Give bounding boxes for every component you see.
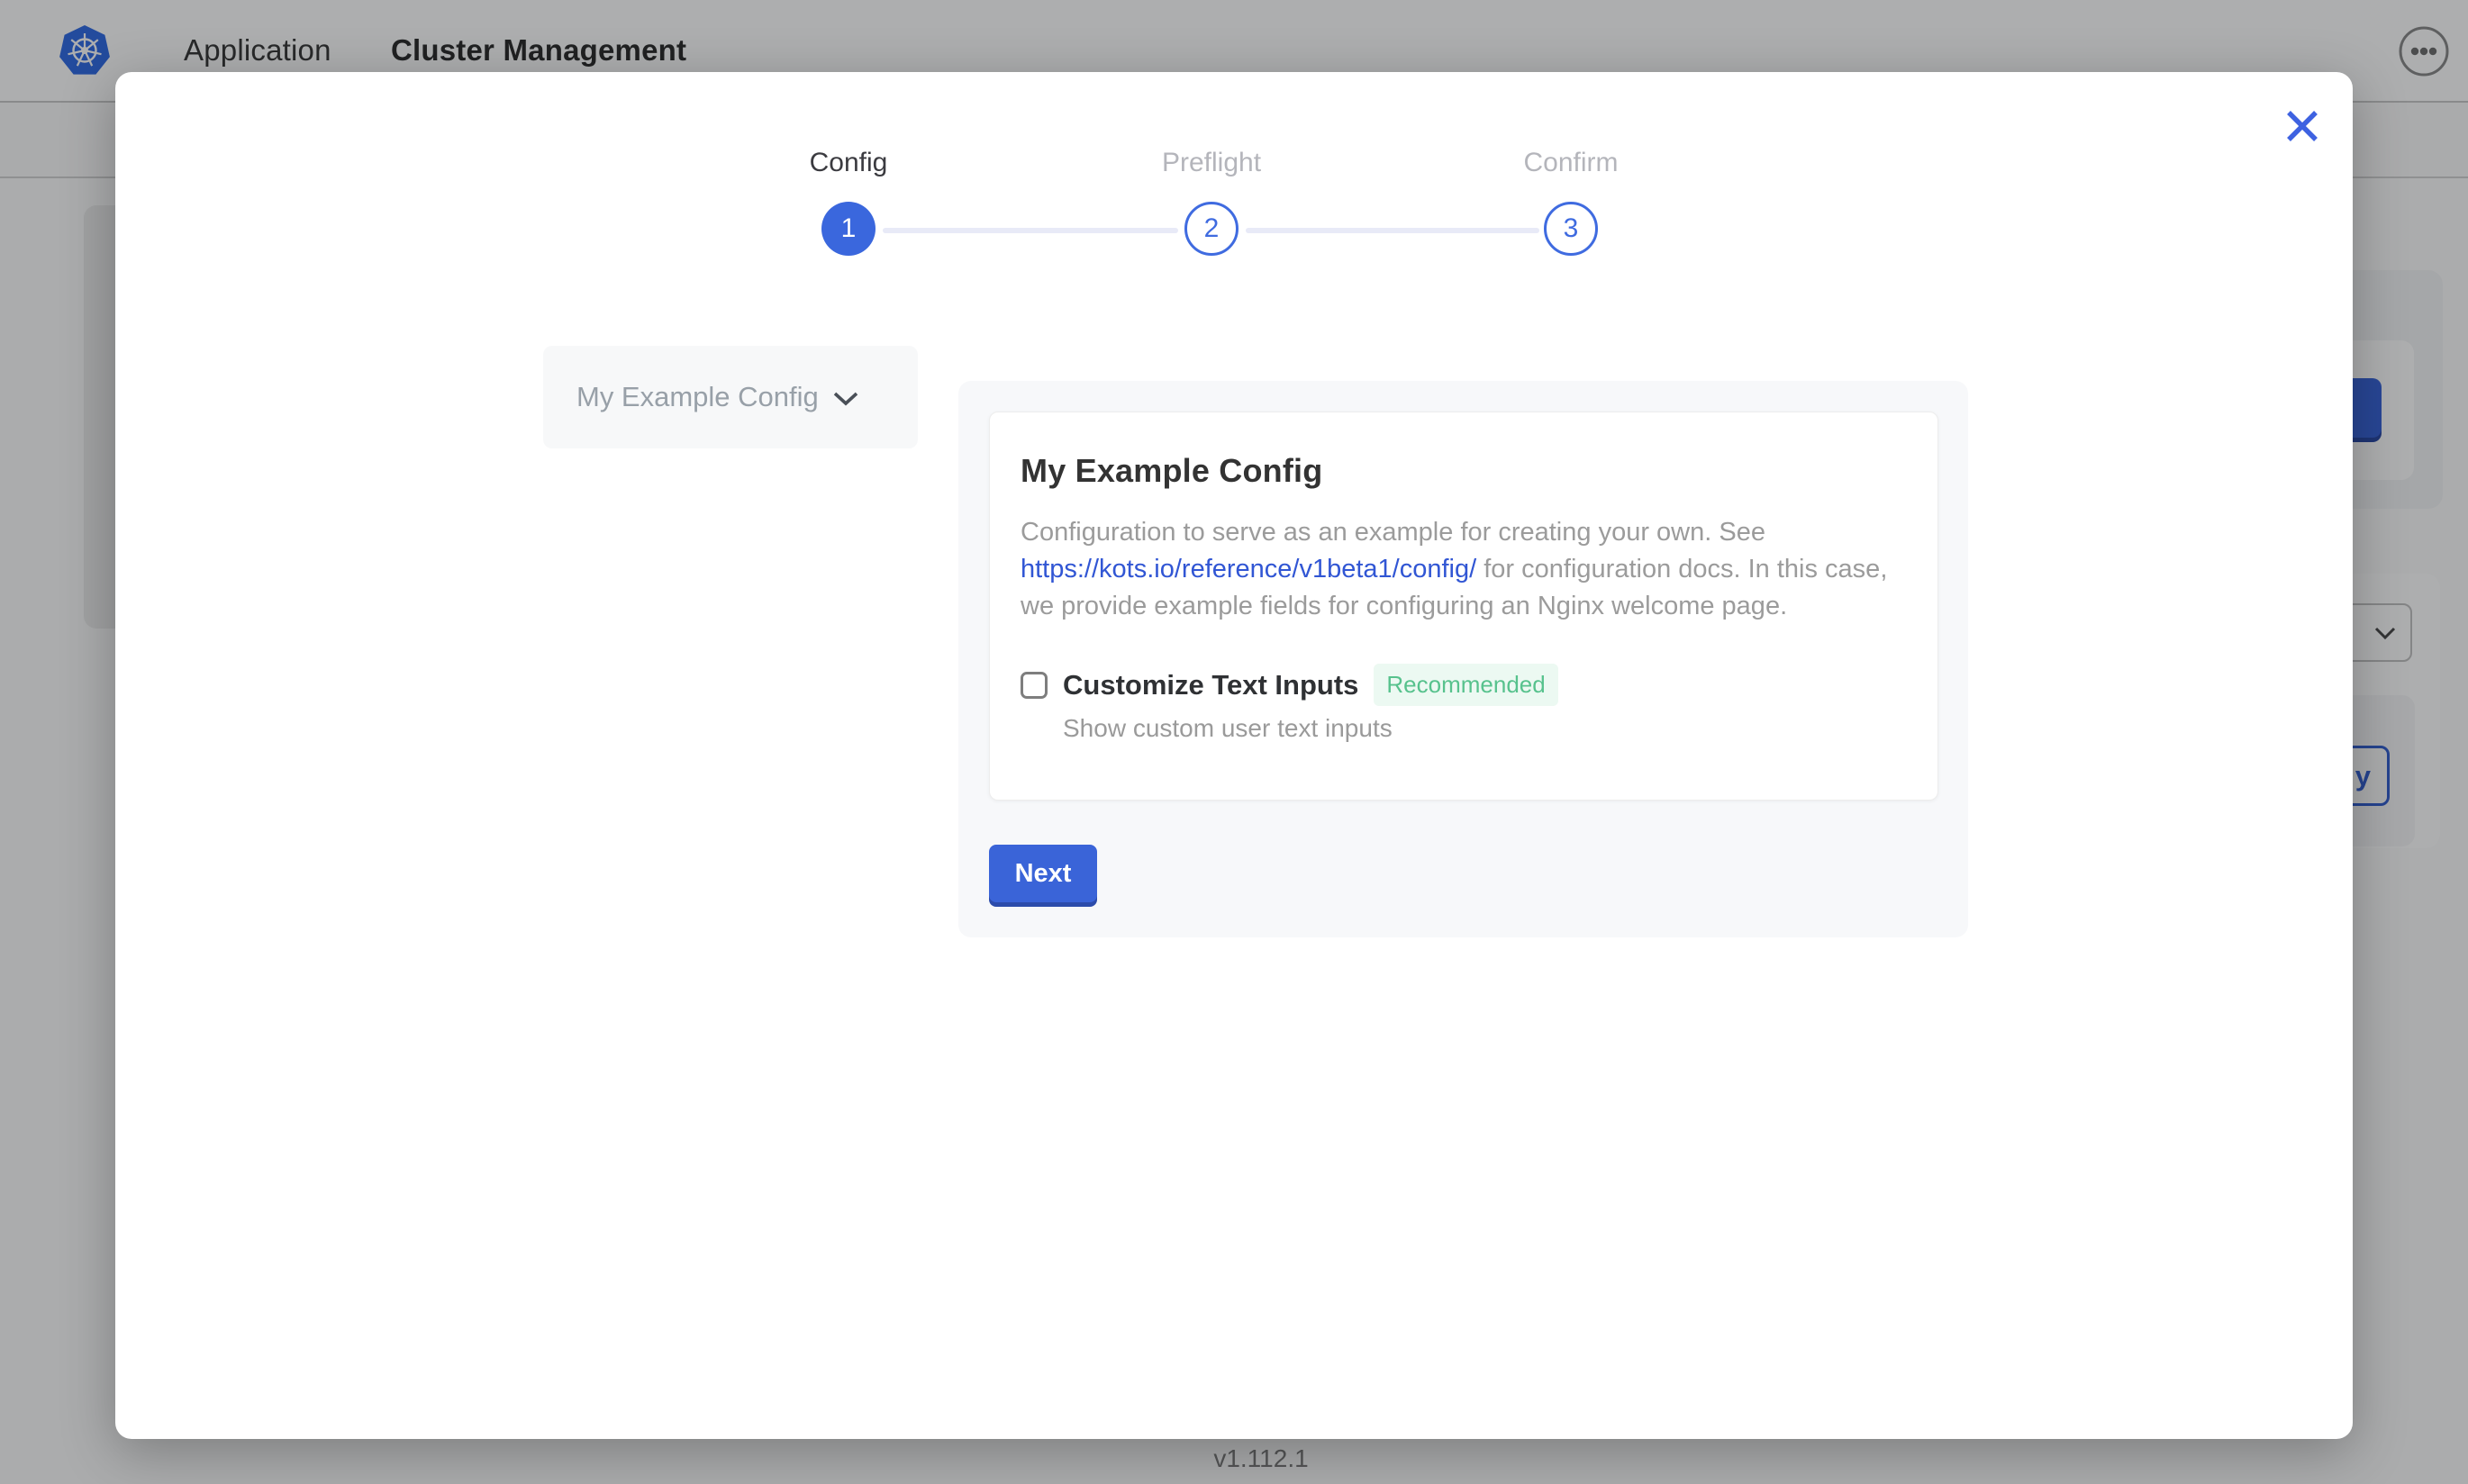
recommended-badge: Recommended — [1374, 664, 1557, 706]
step-preflight[interactable]: Preflight 2 — [1103, 148, 1320, 256]
step-config[interactable]: Config 1 — [740, 148, 957, 256]
step-label: Config — [740, 148, 957, 178]
chevron-down-icon — [833, 392, 858, 406]
description-text: Configuration to serve as an example for… — [1021, 518, 1765, 547]
customize-text-inputs-row: Customize Text Inputs Recommended — [1021, 664, 1901, 706]
step-confirm[interactable]: Confirm 3 — [1463, 148, 1679, 256]
step-label: Confirm — [1463, 148, 1679, 178]
config-panel: My Example Config Configuration to serve… — [958, 381, 1968, 937]
close-icon — [2285, 109, 2319, 143]
config-group-title: My Example Config — [1021, 452, 1901, 490]
close-modal-button[interactable] — [2275, 99, 2329, 153]
next-button[interactable]: Next — [989, 845, 1097, 902]
config-group-selector-label: My Example Config — [576, 381, 819, 413]
step-number-badge: 1 — [821, 202, 876, 256]
customize-text-inputs-help: Show custom user text inputs — [1063, 714, 1901, 743]
step-label: Preflight — [1103, 148, 1320, 178]
customize-text-inputs-label[interactable]: Customize Text Inputs — [1063, 669, 1358, 701]
config-group-selector[interactable]: My Example Config — [543, 346, 918, 448]
step-number-badge: 2 — [1184, 202, 1239, 256]
config-docs-link[interactable]: https://kots.io/reference/v1beta1/config… — [1021, 555, 1476, 584]
step-number-badge: 3 — [1544, 202, 1598, 256]
config-wizard-modal: Config 1 Preflight 2 Confirm 3 My Exampl… — [115, 72, 2353, 1439]
config-group-card: My Example Config Configuration to serve… — [989, 412, 1938, 801]
config-group-description: Configuration to serve as an example for… — [1021, 514, 1899, 625]
customize-text-inputs-checkbox[interactable] — [1021, 672, 1048, 699]
